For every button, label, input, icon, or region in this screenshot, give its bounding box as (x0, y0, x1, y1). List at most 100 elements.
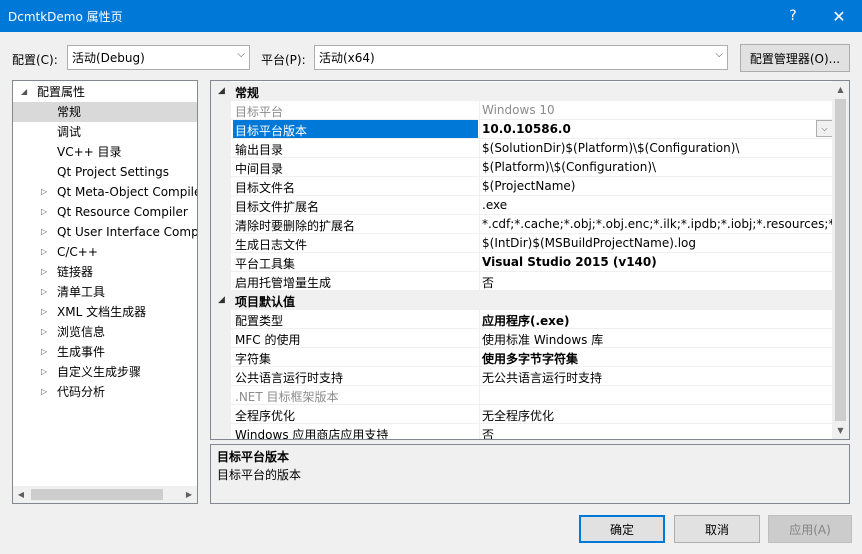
expand-triangle-icon[interactable]: ▷ (41, 282, 51, 302)
scroll-right-icon[interactable]: ▶ (181, 487, 197, 502)
tree-item[interactable]: ▷ Qt Meta-Object Compile (13, 182, 197, 202)
scroll-down-icon[interactable]: ▼ (832, 422, 849, 439)
config-combo[interactable]: 活动(Debug) ⌵ (67, 45, 250, 70)
property-name: 目标平台 (235, 105, 284, 119)
property-value[interactable]: 否 (479, 272, 833, 291)
grid-row[interactable]: 配置类型 应用程序(.exe) (211, 310, 833, 329)
grid-row[interactable]: 目标文件扩展名 .exe (211, 196, 833, 215)
expand-triangle-icon[interactable]: ▷ (41, 322, 51, 342)
tree-item[interactable]: ▷ 生成事件 (13, 342, 197, 362)
scroll-up-icon[interactable]: ▲ (832, 81, 849, 98)
tree-root[interactable]: ◢ 配置属性 (13, 82, 197, 102)
grid-row[interactable]: 目标平台 Windows 10 (211, 101, 833, 120)
property-value[interactable]: *.cdf;*.cache;*.obj;*.obj.enc;*.ilk;*.ip… (479, 215, 833, 234)
property-value[interactable]: 应用程序(.exe) (479, 310, 833, 329)
property-value[interactable]: $(ProjectName) (479, 177, 833, 196)
grid-row[interactable]: 生成日志文件 $(IntDir)$(MSBuildProjectName).log (211, 234, 833, 253)
property-name: 启用托管增量生成 (235, 276, 332, 290)
config-label: 配置(C): (12, 53, 58, 67)
tree-item[interactable]: ▷ 自定义生成步骤 (13, 362, 197, 382)
config-manager-button[interactable]: 配置管理器(O)... (740, 44, 850, 72)
grid-row[interactable]: .NET 目标框架版本 (211, 386, 833, 405)
property-value[interactable]: Windows 10 (479, 101, 833, 120)
property-value[interactable]: 无公共语言运行时支持 (479, 367, 833, 386)
property-value[interactable]: $(SolutionDir)$(Platform)\$(Configuratio… (479, 139, 833, 158)
grid-row[interactable]: MFC 的使用 使用标准 Windows 库 (211, 329, 833, 348)
tree-item-label: XML 文档生成器 (57, 305, 147, 319)
tree-item[interactable]: 调试 (13, 122, 197, 142)
config-combo-value: 活动(Debug) (72, 51, 145, 65)
tree-item[interactable]: ▷ 链接器 (13, 262, 197, 282)
scrollbar-thumb[interactable] (31, 489, 163, 500)
grid-row[interactable]: 输出目录 $(SolutionDir)$(Platform)\$(Configur… (211, 139, 833, 158)
expand-triangle-icon[interactable]: ▷ (41, 342, 51, 362)
expand-triangle-icon[interactable]: ▷ (41, 202, 51, 222)
category-label: 项目默认值 (235, 295, 296, 309)
property-grid: ◢ 常规 目标平台 Windows 10 目标平台版本 10.0.10586.0 ⌵ 输出目录… (210, 80, 850, 440)
window-title: DcmtkDemo 属性页 (8, 10, 123, 24)
grid-row[interactable]: 公共语言运行时支持 无公共语言运行时支持 (211, 367, 833, 386)
platform-combo[interactable]: 活动(x64) ⌵ (314, 45, 728, 70)
property-value[interactable]: 使用标准 Windows 库 (479, 329, 833, 348)
grid-row[interactable]: 中间目录 $(Platform)\$(Configuration)\ (211, 158, 833, 177)
horizontal-scrollbar[interactable]: ◀ ▶ (13, 486, 197, 503)
grid-row[interactable]: 清除时要删除的扩展名 *.cdf;*.cache;*.obj;*.obj.enc;… (211, 215, 833, 234)
dropdown-arrow-icon[interactable]: ⌵ (816, 120, 833, 137)
grid-row[interactable]: 目标文件名 $(ProjectName) (211, 177, 833, 196)
tree-root-label: 配置属性 (37, 85, 86, 99)
tree-item[interactable]: ▷ XML 文档生成器 (13, 302, 197, 322)
expand-triangle-icon[interactable]: ▷ (41, 262, 51, 282)
grid-category[interactable]: ◢ 常规 (211, 82, 833, 101)
tree-item[interactable]: ▷ 清单工具 (13, 282, 197, 302)
grid-row[interactable]: 全程序优化 无全程序优化 (211, 405, 833, 424)
scroll-left-icon[interactable]: ◀ (13, 487, 29, 502)
expand-triangle-icon[interactable]: ▷ (41, 182, 51, 202)
cancel-button[interactable]: 取消 (674, 515, 760, 543)
close-button[interactable]: ✕ (816, 0, 862, 32)
description-title: 目标平台版本 (217, 450, 290, 464)
property-value[interactable]: 10.0.10586.0 (479, 120, 833, 139)
ok-button[interactable]: 确定 (579, 515, 665, 543)
tree-item-label: Qt User Interface Comp (57, 225, 197, 239)
property-value[interactable]: 使用多字节字符集 (479, 348, 833, 367)
expand-triangle-icon[interactable]: ▷ (41, 222, 51, 242)
grid-row[interactable]: 平台工具集 Visual Studio 2015 (v140) (211, 253, 833, 272)
property-value[interactable] (479, 386, 833, 405)
grid-row[interactable]: Windows 应用商店应用支持 否 (211, 424, 833, 439)
tree-item-label: 浏览信息 (57, 325, 106, 339)
category-label: 常规 (235, 86, 260, 100)
collapse-triangle-icon[interactable]: ◢ (218, 295, 225, 305)
expand-triangle-icon[interactable]: ▷ (41, 242, 51, 262)
property-value[interactable]: Visual Studio 2015 (v140) (479, 253, 833, 272)
property-value[interactable]: $(Platform)\$(Configuration)\ (479, 158, 833, 177)
apply-button[interactable]: 应用(A) (768, 515, 852, 543)
property-value[interactable]: 无全程序优化 (479, 405, 833, 424)
grid-row[interactable]: 启用托管增量生成 否 (211, 272, 833, 291)
tree-item[interactable]: ▷ 浏览信息 (13, 322, 197, 342)
property-name: 目标平台版本 (233, 120, 478, 138)
tree-item[interactable]: ▷ C/C++ (13, 242, 197, 262)
grid-row[interactable]: 字符集 使用多字节字符集 (211, 348, 833, 367)
expand-triangle-icon[interactable]: ▷ (41, 382, 51, 402)
expand-triangle-icon[interactable]: ▷ (41, 302, 51, 322)
property-value[interactable]: 否 (479, 424, 833, 439)
tree-item-label: 代码分析 (57, 385, 106, 399)
help-button[interactable]: ? (770, 0, 816, 32)
property-name: 公共语言运行时支持 (235, 371, 344, 385)
grid-row[interactable]: 目标平台版本 10.0.10586.0 ⌵ (211, 120, 833, 139)
tree-item[interactable]: ▷ 代码分析 (13, 382, 197, 402)
property-value[interactable]: .exe (479, 196, 833, 215)
collapse-triangle-icon[interactable]: ◢ (21, 82, 31, 102)
tree-item-label: VC++ 目录 (57, 145, 122, 159)
scrollbar-thumb[interactable] (835, 99, 846, 421)
vertical-scrollbar[interactable]: ▲ ▼ (832, 81, 849, 439)
collapse-triangle-icon[interactable]: ◢ (218, 86, 225, 96)
tree-item[interactable]: ▷ Qt Resource Compiler (13, 202, 197, 222)
tree-item[interactable]: Qt Project Settings (13, 162, 197, 182)
tree-item[interactable]: VC++ 目录 (13, 142, 197, 162)
expand-triangle-icon[interactable]: ▷ (41, 362, 51, 382)
grid-category[interactable]: ◢ 项目默认值 (211, 291, 833, 310)
property-value[interactable]: $(IntDir)$(MSBuildProjectName).log (479, 234, 833, 253)
tree-item[interactable]: 常规 (13, 102, 197, 122)
tree-item[interactable]: ▷ Qt User Interface Comp (13, 222, 197, 242)
